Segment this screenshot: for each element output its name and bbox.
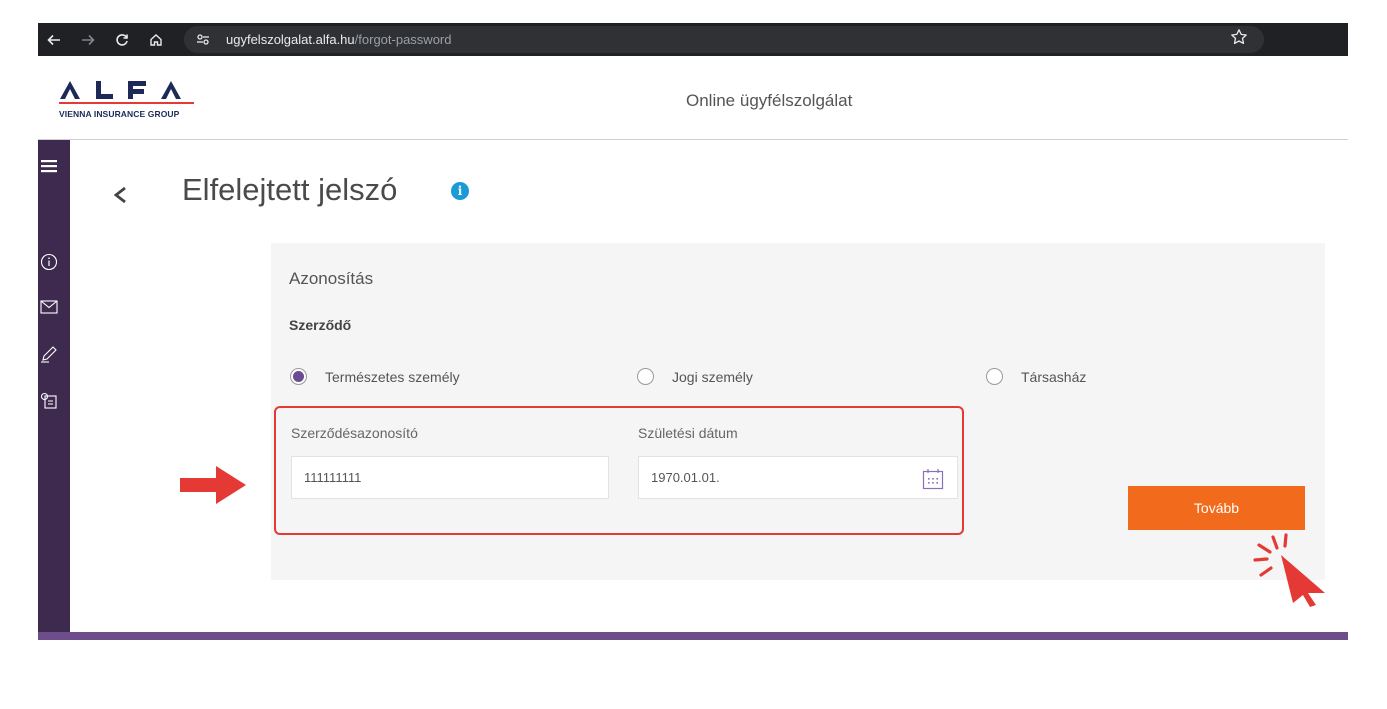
radio-circle [290,368,307,385]
sidebar [38,140,70,640]
app-header: VIENNA INSURANCE GROUP Online ügyfélszol… [38,56,1348,140]
radio-legal-entity[interactable]: Jogi személy [637,368,753,385]
bookmark-star-icon[interactable] [1230,28,1248,51]
address-bar[interactable]: ugyfelszolgalat.alfa.hu/forgot-password [184,26,1264,53]
page-title: Elfelejtett jelszó [182,172,398,207]
site-settings-icon[interactable] [196,33,210,51]
footer-bar [38,632,1348,640]
mail-envelope-icon[interactable] [38,296,60,318]
annotation-highlight-box [274,406,964,535]
radio-circle [986,368,1003,385]
section-title: Azonosítás [289,269,374,288]
home-icon[interactable] [144,23,168,56]
radio-natural-person[interactable]: Természetes személy [290,368,460,385]
radio-label: Jogi személy [672,368,753,385]
browser-toolbar: ugyfelszolgalat.alfa.hu/forgot-password [38,23,1348,56]
back-button[interactable] [108,181,132,209]
radio-label: Társasház [1021,368,1087,385]
url-domain: ugyfelszolgalat.alfa.hu [226,32,355,47]
radio-selected-dot [293,371,304,382]
back-arrow-icon[interactable] [42,23,66,56]
alfa-logo[interactable]: VIENNA INSURANCE GROUP [58,78,218,124]
radio-circle [637,368,654,385]
info-circle-icon[interactable] [38,251,60,273]
reload-icon[interactable] [110,23,134,56]
annotation-arrow-icon [180,466,246,504]
radio-condominium[interactable]: Társasház [986,368,1086,385]
hamburger-menu-icon[interactable] [38,155,60,177]
url-text: ugyfelszolgalat.alfa.hu/forgot-password [226,32,451,47]
chevron-left-icon [113,186,126,204]
next-button[interactable]: Tovább [1128,486,1305,530]
pencil-edit-icon[interactable] [38,343,60,365]
contractor-subtitle: Szerződő [289,317,352,333]
url-path: /forgot-password [354,32,452,47]
forward-arrow-icon[interactable] [76,23,100,56]
header-title: Online ügyfélszolgálat [686,91,853,110]
documents-icon[interactable] [38,390,60,412]
logo-tagline: VIENNA INSURANCE GROUP [59,109,180,119]
annotation-click-cursor-icon [1253,533,1325,607]
alfa-logo-mark [59,81,194,104]
info-icon[interactable]: i [451,182,469,200]
radio-label: Természetes személy [325,368,460,385]
